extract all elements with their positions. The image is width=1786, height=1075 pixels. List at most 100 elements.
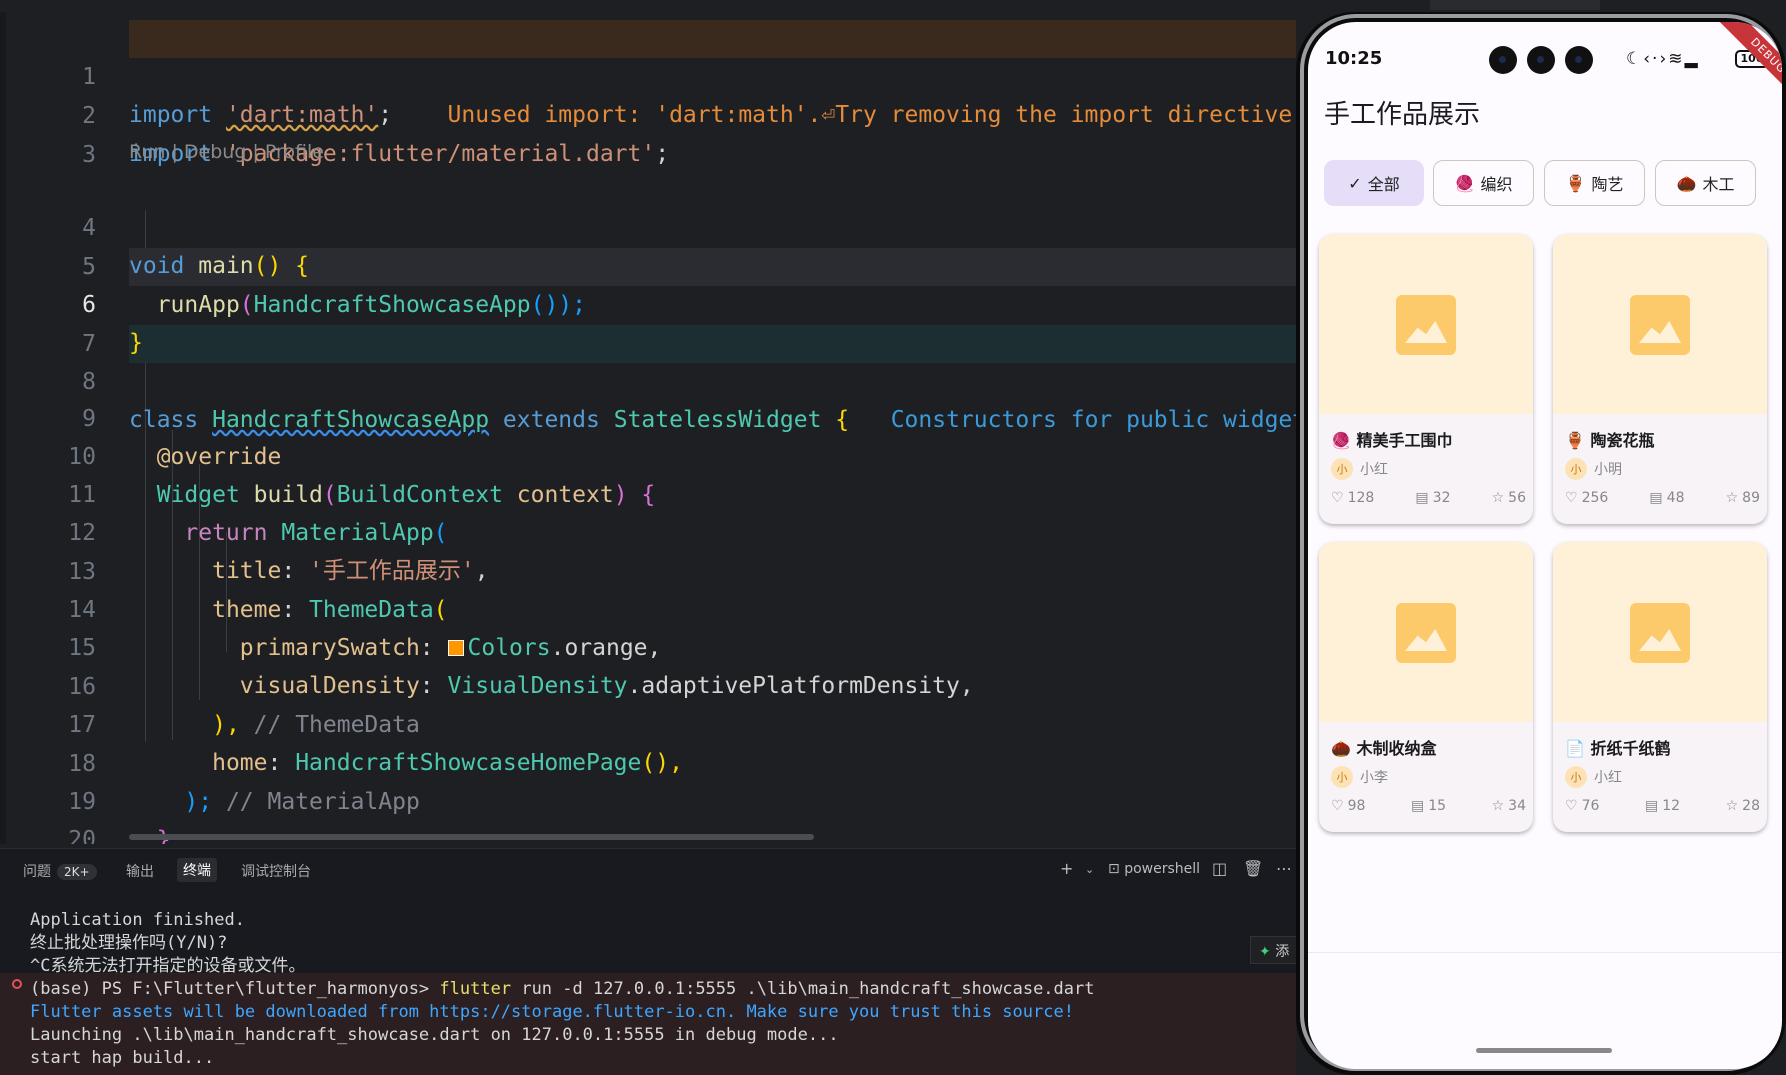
tab-terminal[interactable]: 终端 bbox=[177, 858, 217, 882]
tab-debug-console[interactable]: 调试控制台 bbox=[241, 861, 311, 881]
check-icon: ✓ bbox=[1348, 173, 1362, 193]
comments-count: 32 bbox=[1432, 490, 1451, 506]
bottom-panel: 问题 2K+ 输出 终端 调试控制台 + ⌄ ⊡ powershell ◫ 🗑 ⋯… bbox=[0, 848, 1300, 1075]
code-line-7[interactable]: 7 bbox=[0, 287, 1296, 357]
title-text: 木制收纳盒 bbox=[1356, 739, 1437, 758]
add-label: 添 bbox=[1275, 944, 1290, 960]
work-card[interactable]: 🌰 木制收纳盒 小小李 ♡ 98 ▤ 15 ☆ 34 bbox=[1319, 542, 1533, 832]
card-title: 📄 折纸千纸鹤 bbox=[1565, 735, 1671, 759]
likes: ♡ 128 bbox=[1331, 490, 1374, 506]
terminal-line: (base) PS F:\Flutter\flutter_harmonyos> … bbox=[30, 978, 1280, 1001]
card-author: 小小李 bbox=[1331, 766, 1388, 788]
more-icon[interactable]: ⋯ bbox=[1276, 859, 1292, 878]
trash-icon[interactable]: 🗑 bbox=[1243, 859, 1263, 878]
code-line-17[interactable]: 17 home: HandcraftShowcaseHomePage(), bbox=[0, 668, 1296, 776]
title-text: 陶瓷花瓶 bbox=[1590, 431, 1655, 450]
tab-problems[interactable]: 问题 2K+ bbox=[23, 861, 97, 881]
moon-icon: ☾ bbox=[1626, 49, 1644, 69]
code-line-1[interactable]: 1 import 'dart:math'; Unused import: 'da… bbox=[0, 20, 1296, 128]
card-stats: ♡ 98 ▤ 15 ☆ 34 bbox=[1331, 798, 1526, 814]
comments-count: 48 bbox=[1666, 490, 1685, 506]
code-line-9[interactable]: 9 @override bbox=[0, 362, 1296, 470]
divider bbox=[1308, 952, 1782, 953]
comments: ▤ 32 bbox=[1415, 490, 1450, 506]
code-line-10[interactable]: 10 Widget build(BuildContext context) { bbox=[0, 400, 1296, 508]
line-number: 3 bbox=[82, 142, 96, 168]
card-author: 小小红 bbox=[1331, 458, 1388, 480]
acorn-icon: 🌰 bbox=[1676, 173, 1697, 193]
acorn-icon: 🌰 bbox=[1331, 739, 1351, 758]
comment-icon: ▤ bbox=[1415, 490, 1429, 506]
stars: ☆ 28 bbox=[1726, 798, 1760, 814]
star-icon: ☆ bbox=[1725, 490, 1739, 506]
code-line-19[interactable]: 19 } bbox=[0, 745, 1296, 844]
code-line-13[interactable]: 13 theme: ThemeData( bbox=[0, 515, 1296, 623]
code-line-16[interactable]: 16 ), // ThemeData bbox=[0, 630, 1296, 738]
chip-all[interactable]: ✓ 全部 bbox=[1324, 160, 1424, 206]
code-line-5[interactable]: 5 runApp(HandcraftShowcaseApp()); bbox=[0, 210, 1296, 318]
likes: ♡ 76 bbox=[1565, 798, 1599, 814]
terminal-line: 终止批处理操作吗(Y/N)? bbox=[30, 933, 228, 953]
chip-label: 全部 bbox=[1367, 175, 1400, 194]
code-line-4[interactable]: 4 void main() { bbox=[0, 171, 1296, 279]
camera-icon bbox=[1527, 46, 1555, 74]
work-card[interactable]: 📄 折纸千纸鹤 小小红 ♡ 76 ▤ 12 ☆ 28 bbox=[1553, 542, 1767, 832]
title-text: 折纸千纸鹤 bbox=[1590, 739, 1671, 758]
likes: ♡ 98 bbox=[1331, 798, 1365, 814]
code-editor[interactable]: 1 import 'dart:math'; Unused import: 'da… bbox=[0, 12, 1296, 844]
likes: ♡ 256 bbox=[1565, 490, 1608, 506]
card-stats: ♡ 256 ▤ 48 ☆ 89 bbox=[1565, 490, 1760, 506]
home-indicator[interactable] bbox=[1476, 1048, 1612, 1053]
add-chat-button[interactable]: ✦ 添 bbox=[1250, 936, 1300, 964]
comments: ▤ 15 bbox=[1411, 798, 1446, 814]
chip-knitting[interactable]: 🧶 编织 bbox=[1433, 160, 1534, 206]
card-image bbox=[1319, 234, 1533, 414]
code-line-15[interactable]: 15 visualDensity: VisualDensity.adaptive… bbox=[0, 591, 1296, 699]
chevron-down-icon[interactable]: ⌄ bbox=[1085, 863, 1094, 876]
split-terminal-icon[interactable]: ◫ bbox=[1212, 859, 1227, 878]
terminal-line: Flutter assets will be downloaded from h… bbox=[30, 1002, 1074, 1022]
chip-pottery[interactable]: 🏺 陶艺 bbox=[1544, 160, 1645, 206]
card-author: 小小红 bbox=[1565, 766, 1622, 788]
horizontal-scrollbar[interactable] bbox=[129, 834, 814, 840]
card-author: 小小明 bbox=[1565, 458, 1622, 480]
prompt: (base) PS F:\Flutter\flutter_harmonyos> bbox=[30, 979, 430, 999]
code-line-12[interactable]: 12 title: '手工作品展示', bbox=[0, 476, 1296, 584]
tab-output[interactable]: 输出 bbox=[126, 861, 154, 881]
code-line-18[interactable]: 18 ); // MaterialApp bbox=[0, 707, 1296, 815]
work-card[interactable]: 🏺 陶瓷花瓶 小小明 ♡ 256 ▤ 48 ☆ 89 bbox=[1553, 234, 1767, 524]
code-line-6[interactable]: 6 } bbox=[0, 248, 1296, 356]
new-terminal-icon[interactable]: + bbox=[1060, 859, 1073, 878]
camera-icon bbox=[1489, 46, 1517, 74]
stars-count: 56 bbox=[1508, 490, 1526, 506]
codelens-run-debug-profile[interactable]: Run | Debug | Profile bbox=[129, 141, 324, 163]
author-name: 小红 bbox=[1594, 770, 1622, 786]
chip-label: 编织 bbox=[1480, 175, 1513, 194]
code-line-14[interactable]: 14 primarySwatch: Colors.orange, bbox=[0, 553, 1296, 661]
shell-label: powershell bbox=[1124, 861, 1201, 877]
avatar: 小 bbox=[1565, 458, 1587, 480]
code-line-2[interactable]: 2 import 'package:flutter/material.dart'… bbox=[0, 59, 1296, 167]
code-line-8[interactable]: 8 class HandcraftShowcaseApp extends Sta… bbox=[0, 325, 1296, 433]
card-title: 🏺 陶瓷花瓶 bbox=[1565, 427, 1655, 451]
yarn-icon: 🧶 bbox=[1331, 431, 1351, 450]
code-line-3[interactable]: 3 bbox=[0, 98, 1296, 168]
heart-icon: ♡ bbox=[1565, 798, 1578, 814]
app-title: 手工作品展示 bbox=[1324, 100, 1481, 130]
likes-count: 98 bbox=[1347, 798, 1366, 814]
code-line-11[interactable]: 11 return MaterialApp( bbox=[0, 438, 1296, 546]
stars: ☆ 56 bbox=[1492, 490, 1526, 506]
terminal-shell-selector[interactable]: ⊡ powershell bbox=[1108, 861, 1200, 877]
comment-icon: ▤ bbox=[1649, 490, 1663, 506]
terminal-output[interactable]: Application finished. 终止批处理操作吗(Y/N)? ^C系统无… bbox=[30, 909, 1280, 1070]
work-card[interactable]: 🧶 精美手工围巾 小小红 ♡ 128 ▤ 32 ☆ 56 bbox=[1319, 234, 1533, 524]
chip-woodwork[interactable]: 🌰 木工 bbox=[1655, 160, 1756, 206]
code-line-20[interactable]: 20 } bbox=[0, 783, 1296, 844]
stars-count: 34 bbox=[1508, 798, 1526, 814]
comments-count: 12 bbox=[1662, 798, 1681, 814]
punct: ; bbox=[655, 141, 670, 167]
line-number: 20 bbox=[68, 827, 96, 844]
wifi-icon: ≋ bbox=[1668, 49, 1685, 69]
likes-count: 256 bbox=[1581, 490, 1609, 506]
error-circle-icon bbox=[12, 979, 22, 989]
